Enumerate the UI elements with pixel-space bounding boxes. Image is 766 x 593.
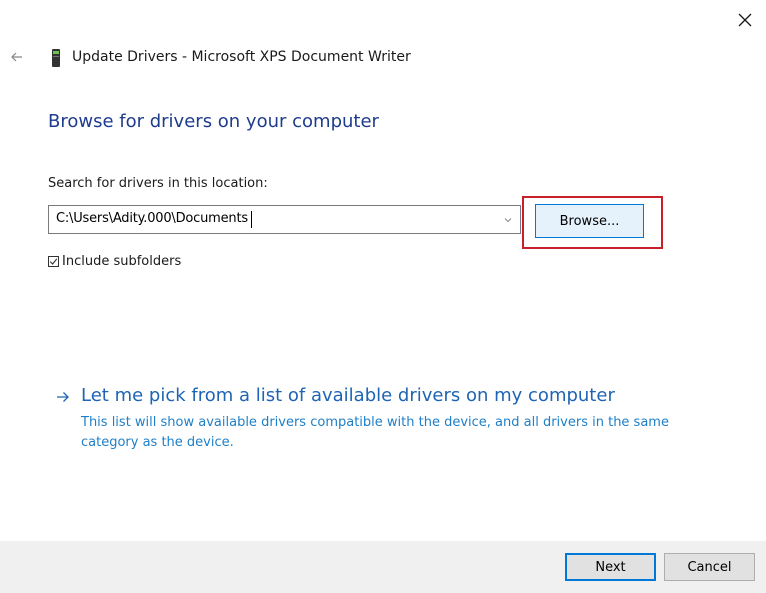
include-subfolders-checkbox[interactable]: Include subfolders [48,251,181,271]
browse-button[interactable]: Browse... [535,204,644,238]
back-button[interactable] [6,46,28,68]
chevron-down-icon[interactable] [503,215,513,225]
search-location-label: Search for drivers in this location: [48,176,268,191]
dialog-footer: Next Cancel [0,541,766,593]
printer-device-icon [52,49,60,67]
back-arrow-icon [11,52,22,62]
text-caret [251,211,252,228]
pick-from-list-title[interactable]: Let me pick from a list of available dri… [81,385,615,406]
page-heading: Browse for drivers on your computer [48,111,379,132]
cancel-button[interactable]: Cancel [664,553,755,581]
checkbox-box[interactable] [48,255,59,267]
checkmark-icon [49,257,58,265]
pick-from-list-description: This list will show available drivers co… [81,415,669,450]
close-icon [738,13,752,27]
update-drivers-dialog: Update Drivers - Microsoft XPS Document … [0,0,766,593]
arrow-right-icon [57,392,69,402]
next-button[interactable]: Next [565,553,656,581]
driver-path-combobox[interactable]: C:\Users\Adity.000\Documents [48,205,521,234]
window-title: Update Drivers - Microsoft XPS Document … [72,49,411,65]
close-button[interactable] [728,6,762,34]
driver-path-value: C:\Users\Adity.000\Documents [56,211,248,226]
include-subfolders-label: Include subfolders [62,253,182,269]
